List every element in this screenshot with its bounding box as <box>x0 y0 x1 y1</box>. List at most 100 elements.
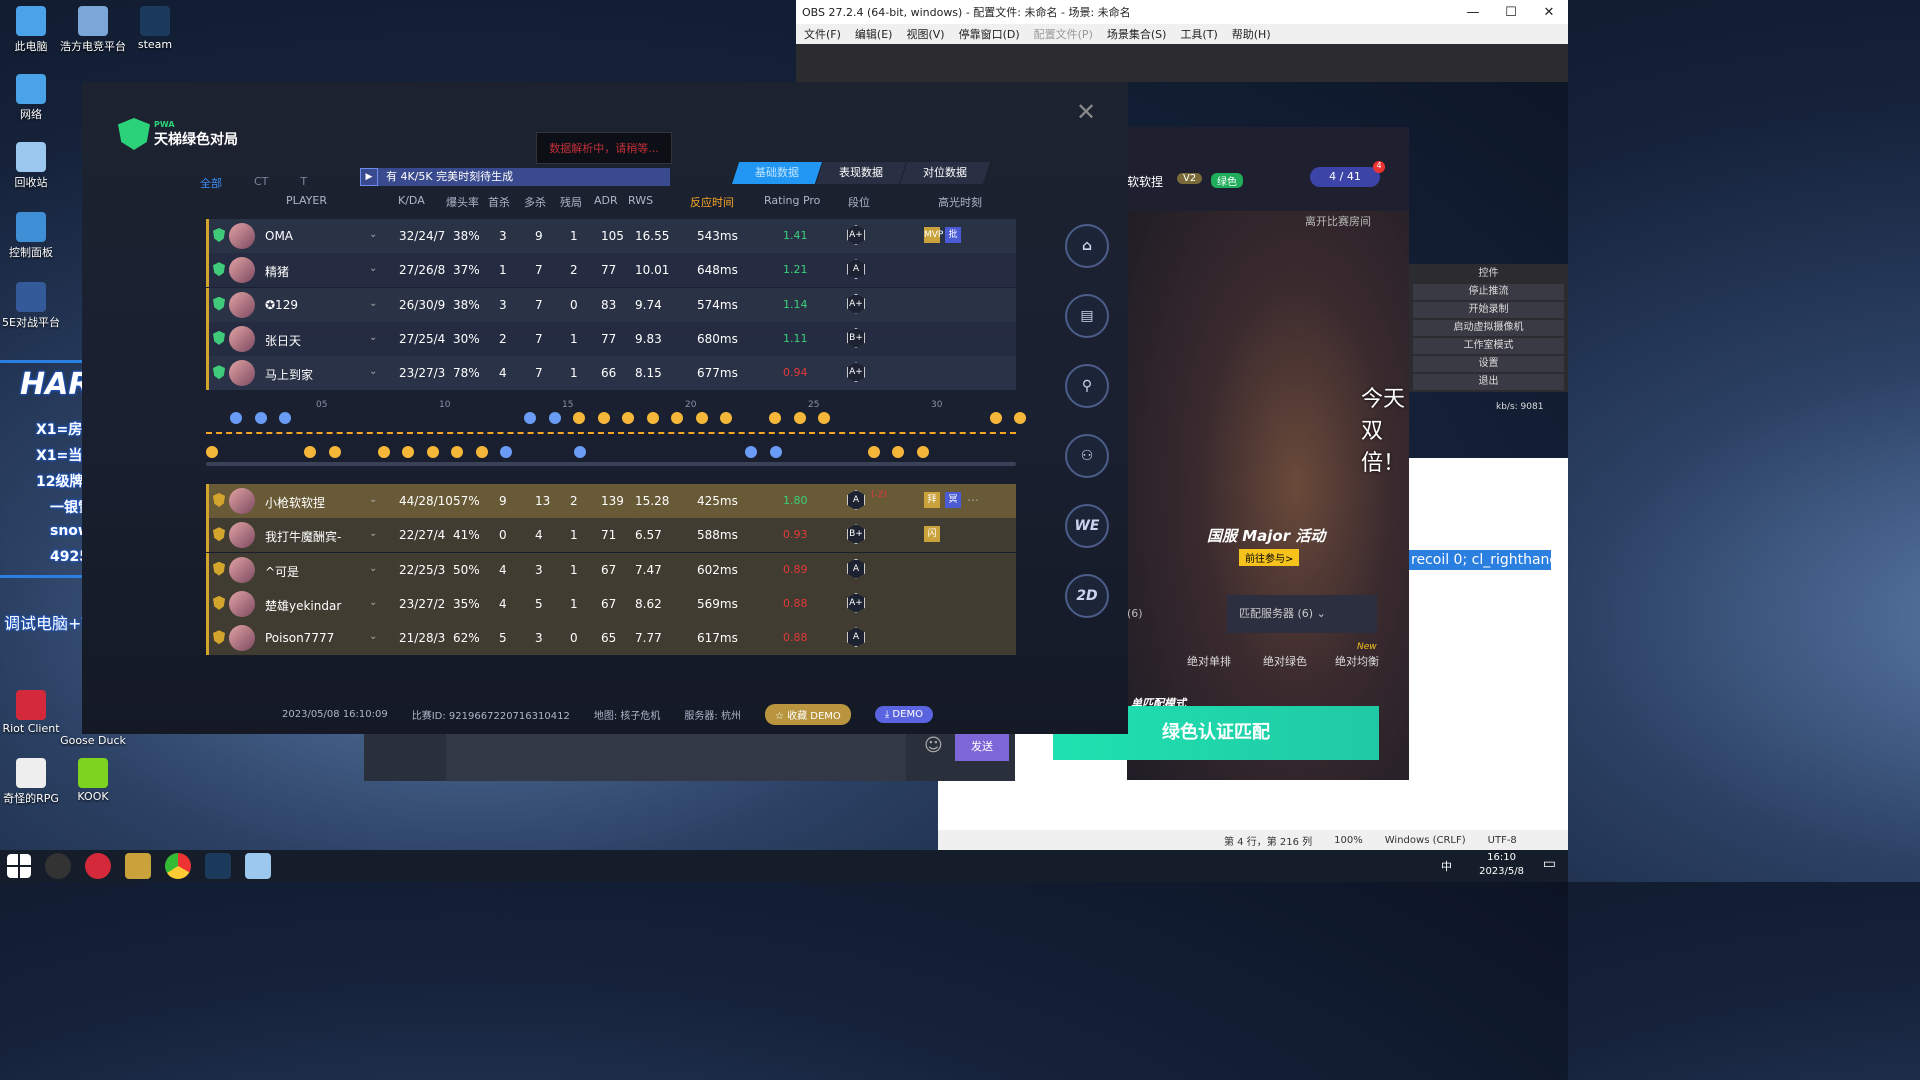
server-select[interactable]: 匹配服务器 (6) ⌄ <box>1227 595 1377 633</box>
close-icon[interactable]: ✕ <box>1076 98 1096 126</box>
player-row[interactable]: 楚雄yekindar ⌄ 23/27/2 35% 4 5 1 67 8.62 569ms 0.88 A… <box>206 586 1016 621</box>
menu-tools[interactable]: 工具(T) <box>1180 26 1217 42</box>
round-result-icon[interactable] <box>720 412 732 424</box>
highlight-badge[interactable]: MVP <box>924 227 943 243</box>
chevron-down-icon[interactable]: ⌄ <box>369 597 377 608</box>
option-solo[interactable]: 绝对单排 <box>1187 653 1231 669</box>
player-name[interactable]: Poison7777 <box>265 631 334 645</box>
round-result-icon[interactable] <box>989 412 1002 424</box>
pwa-taskbar-icon[interactable] <box>125 853 151 879</box>
round-result-icon[interactable] <box>892 446 904 458</box>
filter-all[interactable]: 全部 <box>200 175 222 191</box>
player-row[interactable]: 张日天 ⌄ 27/25/4 30% 2 7 1 77 9.83 680ms 1.11 B+ <box>206 321 1016 356</box>
round-result-icon[interactable] <box>426 446 439 458</box>
round-result-icon[interactable] <box>818 412 830 424</box>
we-button[interactable]: WE <box>1065 504 1109 548</box>
windows-start-icon[interactable] <box>7 854 31 878</box>
steam-taskbar-icon[interactable] <box>205 853 231 879</box>
round-result-icon[interactable] <box>867 446 880 458</box>
player-row[interactable]: 小枪软软捏 ⌄ 44/28/10 57% 9 13 2 139 15.28 425ms 1.80 A (… <box>206 484 1016 518</box>
menu-profile[interactable]: 配置文件(P) <box>1034 26 1093 42</box>
option-green[interactable]: 绝对绿色 <box>1263 653 1307 669</box>
emoji-icon[interactable]: ☺ <box>924 735 943 756</box>
player-name[interactable]: OMA <box>265 229 293 243</box>
player-row[interactable]: Poison7777 ⌄ 21/28/3 62% 5 3 0 65 7.77 617ms 0.88 A <box>206 621 1016 656</box>
round-result-icon[interactable] <box>573 446 586 458</box>
desktop-icon-control-panel[interactable]: 控制面板 <box>0 212 68 260</box>
exit-button[interactable]: 退出 <box>1413 374 1564 390</box>
chrome-taskbar-icon[interactable] <box>165 853 191 879</box>
tab-performance[interactable]: 表现数据 <box>816 162 906 184</box>
send-button[interactable]: 发送 <box>955 733 1009 761</box>
major-join-button[interactable]: 前往参与> <box>1239 549 1300 566</box>
select-1[interactable]: (6) <box>1127 607 1143 620</box>
download-demo-button[interactable]: ⤓ DEMO <box>874 706 933 723</box>
studio-mode-button[interactable]: 工作室模式 <box>1413 338 1564 354</box>
player-name[interactable]: 楚雄yekindar <box>265 597 341 614</box>
menu-help[interactable]: 帮助(H) <box>1232 26 1271 42</box>
desktop-icon-network[interactable]: 网络 <box>0 74 68 122</box>
round-result-icon[interactable] <box>254 412 267 424</box>
player-row[interactable]: 我打牛魔酬宾- ⌄ 22/27/4 41% 0 4 1 71 6.57 588ms 0.93 B+ 闪 <box>206 518 1016 553</box>
desktop-icon-kook[interactable]: KOOK <box>56 758 130 803</box>
round-result-icon[interactable] <box>304 446 316 458</box>
selected-text[interactable]: recoil 0; cl_righthand 1; <box>1409 550 1551 570</box>
maximize-icon[interactable]: ☐ <box>1492 5 1530 20</box>
player-name[interactable]: ✪129 <box>265 298 298 312</box>
round-result-icon[interactable] <box>671 412 683 424</box>
round-result-icon[interactable] <box>622 412 634 424</box>
chevron-down-icon[interactable]: ⌄ <box>369 332 377 343</box>
round-result-icon[interactable] <box>524 412 536 424</box>
round-result-icon[interactable] <box>451 446 463 458</box>
player-name[interactable]: 马上到家 <box>265 366 313 383</box>
desktop-icon-steam[interactable]: steam <box>118 6 192 51</box>
player-name[interactable]: 张日天 <box>265 332 301 349</box>
round-result-icon[interactable] <box>206 446 218 458</box>
highlight-banner[interactable]: ▶ 有 4K/5K 完美时刻待生成 <box>360 168 670 186</box>
round-result-icon[interactable] <box>548 412 561 424</box>
notification-icon[interactable]: ▭ <box>1543 856 1556 872</box>
chevron-down-icon[interactable]: ⌄ <box>369 528 377 539</box>
obs-taskbar-icon[interactable] <box>45 853 71 879</box>
report-button[interactable]: ▤ <box>1065 294 1109 338</box>
player-row[interactable]: ^可是 ⌄ 22/25/3 50% 4 3 1 67 7.47 602ms 0.89 A <box>206 552 1016 587</box>
round-result-icon[interactable] <box>695 412 708 424</box>
round-result-icon[interactable] <box>500 446 512 458</box>
player-name[interactable]: 小枪软软捏 <box>265 494 325 511</box>
minimize-icon[interactable]: — <box>1454 5 1492 20</box>
round-result-icon[interactable] <box>475 446 488 458</box>
menu-scene-collection[interactable]: 场景集合(S) <box>1107 26 1167 42</box>
round-result-icon[interactable] <box>573 412 585 424</box>
2d-replay-button[interactable]: 2D <box>1065 574 1109 618</box>
option-balance[interactable]: 绝对均衡 <box>1335 653 1379 669</box>
chevron-down-icon[interactable]: ⌄ <box>369 494 377 505</box>
round-result-icon[interactable] <box>279 412 291 424</box>
player-row[interactable]: 精猪 ⌄ 27/26/8 37% 1 7 2 77 10.01 648ms 1.21 A <box>206 253 1016 288</box>
chevron-down-icon[interactable]: ⌄ <box>369 366 377 377</box>
player-row[interactable]: ✪129 ⌄ 26/30/9 38% 3 7 0 83 9.74 574ms 1.14 A+ <box>206 287 1016 322</box>
analysis-button[interactable]: ⚲ <box>1065 364 1109 408</box>
menu-file[interactable]: 文件(F) <box>804 26 841 42</box>
desktop-icon-goose[interactable]: Goose Duck <box>56 734 130 747</box>
round-result-icon[interactable] <box>769 446 782 458</box>
player-name[interactable]: 精猪 <box>265 263 289 280</box>
highlight-badge[interactable]: 冥 <box>945 492 961 508</box>
round-result-icon[interactable] <box>1014 412 1026 424</box>
round-result-icon[interactable] <box>745 446 757 458</box>
more-icon[interactable]: ⋯ <box>967 493 979 507</box>
save-demo-button[interactable]: ☆ 收藏 DEMO <box>764 704 851 725</box>
menu-view[interactable]: 视图(V) <box>906 26 944 42</box>
desktop-icon-riot[interactable]: Riot Client <box>0 690 68 735</box>
desktop-icon-5e[interactable]: 5E对战平台 <box>0 282 68 330</box>
stop-stream-button[interactable]: 停止推流 <box>1413 284 1564 300</box>
timeline-scroll[interactable] <box>206 462 1016 466</box>
menu-dock[interactable]: 停靠窗口(D) <box>959 26 1020 42</box>
round-result-icon[interactable] <box>916 446 929 458</box>
tab-matchup[interactable]: 对位数据 <box>900 162 990 184</box>
major-banner-title[interactable]: 国服 Major 活动 <box>1207 525 1325 546</box>
chevron-down-icon[interactable]: ⌄ <box>369 563 377 574</box>
home-button[interactable]: ⌂ <box>1065 224 1109 268</box>
player-name[interactable]: ^可是 <box>265 563 299 580</box>
round-result-icon[interactable] <box>646 412 659 424</box>
round-result-icon[interactable] <box>402 446 414 458</box>
